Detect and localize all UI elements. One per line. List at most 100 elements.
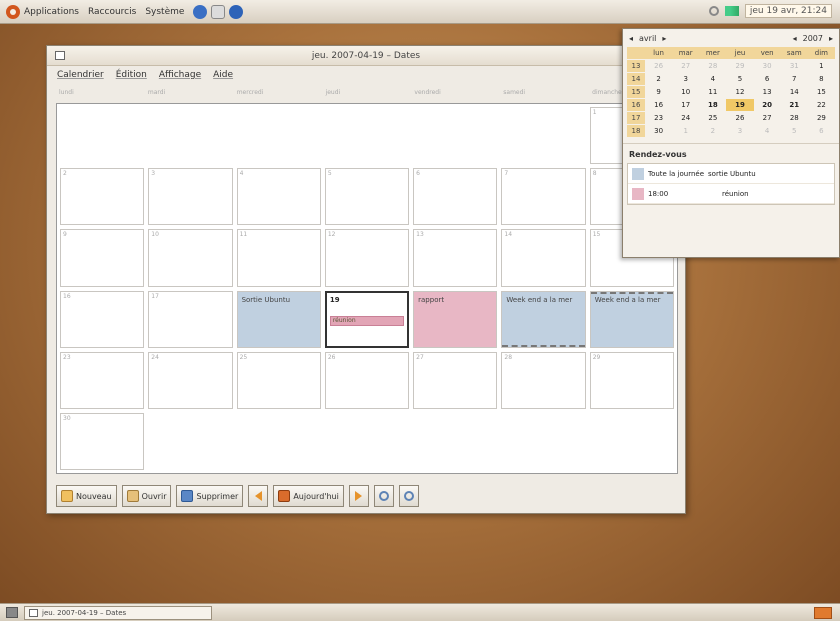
mini-day[interactable]: 6 bbox=[754, 73, 781, 85]
mini-day[interactable]: 8 bbox=[808, 73, 835, 85]
calendar-day[interactable]: 3 bbox=[148, 168, 233, 226]
mini-day[interactable]: 26 bbox=[645, 60, 672, 72]
calendar-day[interactable]: 17 bbox=[148, 290, 233, 348]
mini-day[interactable]: 3 bbox=[672, 73, 699, 85]
mini-day[interactable]: 22 bbox=[808, 99, 835, 111]
mini-day[interactable]: 9 bbox=[645, 86, 672, 98]
zoom-out-button[interactable] bbox=[373, 485, 394, 507]
event-bar[interactable]: réunion bbox=[329, 315, 405, 326]
mini-day[interactable]: 31 bbox=[781, 60, 808, 72]
mini-day[interactable]: 7 bbox=[781, 73, 808, 85]
mini-day[interactable]: 11 bbox=[699, 86, 726, 98]
calendar-day[interactable]: 27 bbox=[413, 351, 498, 409]
calendar-day[interactable]: 7 bbox=[501, 168, 586, 226]
mini-day[interactable]: 15 bbox=[808, 86, 835, 98]
mini-day[interactable]: 29 bbox=[726, 60, 753, 72]
mini-day[interactable]: 12 bbox=[726, 86, 753, 98]
calendar-day[interactable]: 12 bbox=[324, 229, 410, 287]
mini-day[interactable]: 17 bbox=[672, 99, 699, 111]
calendar-day[interactable]: 26 bbox=[324, 351, 410, 409]
previous-button[interactable] bbox=[248, 485, 269, 507]
window-menu-icon[interactable] bbox=[55, 51, 65, 60]
mini-day[interactable]: 24 bbox=[672, 112, 699, 124]
mini-day[interactable]: 25 bbox=[699, 112, 726, 124]
event-label[interactable]: Week end a la mer bbox=[595, 296, 670, 304]
event-label[interactable]: Sortie Ubuntu bbox=[242, 296, 317, 304]
calendar-day[interactable]: 28 bbox=[501, 351, 586, 409]
calendar-day[interactable]: 30 bbox=[60, 412, 145, 470]
new-button[interactable]: Nouveau bbox=[56, 485, 117, 507]
mini-day[interactable]: 30 bbox=[645, 125, 672, 137]
window-titlebar[interactable]: jeu. 2007-04-19 – Dates bbox=[47, 46, 685, 66]
mini-day[interactable]: 3 bbox=[726, 125, 753, 137]
mini-day[interactable]: 14 bbox=[781, 86, 808, 98]
calendar-day-event[interactable]: Sortie Ubuntu bbox=[236, 290, 321, 348]
appointment-row[interactable]: Toute la journée sortie Ubuntu bbox=[628, 164, 834, 184]
mini-day-selected[interactable]: 19 bbox=[726, 99, 754, 111]
appointment-row[interactable]: 18:00 réunion bbox=[628, 184, 834, 204]
mini-day[interactable]: 16 bbox=[645, 99, 672, 111]
calendar-day-today[interactable]: 19 réunion bbox=[324, 290, 410, 348]
mini-day[interactable]: 28 bbox=[699, 60, 726, 72]
calendar-day[interactable]: 11 bbox=[236, 229, 321, 287]
menu-applications[interactable]: Applications bbox=[24, 7, 79, 17]
menu-calendrier[interactable]: Calendrier bbox=[57, 70, 104, 80]
mini-day[interactable]: 2 bbox=[699, 125, 726, 137]
zoom-in-button[interactable] bbox=[398, 485, 419, 507]
mini-day[interactable]: 5 bbox=[726, 73, 753, 85]
mini-day[interactable]: 4 bbox=[754, 125, 781, 137]
mini-day[interactable]: 23 bbox=[645, 112, 672, 124]
search-icon[interactable] bbox=[708, 6, 719, 16]
menu-edition[interactable]: Édition bbox=[116, 70, 147, 80]
calendar-day[interactable]: 23 bbox=[60, 351, 145, 409]
menu-affichage[interactable]: Affichage bbox=[159, 70, 201, 80]
network-icon[interactable] bbox=[724, 6, 739, 16]
calendar-day[interactable]: 25 bbox=[236, 351, 321, 409]
trash-icon[interactable] bbox=[814, 607, 832, 619]
mini-day[interactable]: 27 bbox=[754, 112, 781, 124]
next-month-icon[interactable]: ▸ bbox=[662, 34, 666, 43]
open-button[interactable]: Ouvrir bbox=[121, 485, 172, 507]
event-label[interactable]: Week end a la mer bbox=[506, 296, 581, 304]
next-button[interactable] bbox=[348, 485, 369, 507]
mini-day[interactable]: 29 bbox=[808, 112, 835, 124]
calendar-day[interactable]: 4 bbox=[236, 168, 321, 226]
menu-raccourcis[interactable]: Raccourcis bbox=[88, 7, 136, 17]
mini-day[interactable]: 10 bbox=[672, 86, 699, 98]
mini-day[interactable]: 26 bbox=[726, 112, 753, 124]
mini-day[interactable]: 2 bbox=[645, 73, 672, 85]
mini-day[interactable]: 5 bbox=[781, 125, 808, 137]
mini-day[interactable]: 6 bbox=[808, 125, 835, 137]
calendar-day-event[interactable]: Week end a la mer bbox=[589, 290, 674, 348]
calendar-day[interactable]: 14 bbox=[501, 229, 586, 287]
calendar-day[interactable]: 16 bbox=[60, 290, 145, 348]
calendar-day[interactable]: 29 bbox=[589, 351, 674, 409]
help-icon[interactable] bbox=[229, 4, 244, 19]
firefox-icon[interactable] bbox=[193, 4, 208, 19]
mini-day[interactable]: 28 bbox=[781, 112, 808, 124]
mini-day[interactable]: 4 bbox=[699, 73, 726, 85]
delete-button[interactable]: Supprimer bbox=[176, 485, 244, 507]
show-desktop-icon[interactable] bbox=[6, 607, 18, 618]
prev-month-icon[interactable]: ◂ bbox=[629, 34, 633, 43]
mini-day[interactable]: 1 bbox=[672, 125, 699, 137]
calendar-day-event[interactable]: rapport bbox=[413, 290, 498, 348]
mini-day[interactable]: 27 bbox=[672, 60, 699, 72]
next-year-icon[interactable]: ▸ bbox=[829, 34, 833, 43]
mini-day[interactable]: 30 bbox=[754, 60, 781, 72]
mini-day[interactable]: 21 bbox=[781, 99, 808, 111]
menu-aide[interactable]: Aide bbox=[213, 70, 233, 80]
mini-day[interactable]: 1 bbox=[808, 60, 835, 72]
calendar-day[interactable]: 6 bbox=[413, 168, 498, 226]
today-button[interactable]: Aujourd'hui bbox=[273, 485, 344, 507]
mini-day[interactable]: 20 bbox=[754, 99, 781, 111]
mini-day[interactable]: 13 bbox=[754, 86, 781, 98]
calendar-day[interactable]: 2 bbox=[60, 168, 145, 226]
prev-year-icon[interactable]: ◂ bbox=[793, 34, 797, 43]
calendar-day[interactable]: 24 bbox=[148, 351, 233, 409]
calendar-day[interactable]: 5 bbox=[324, 168, 410, 226]
panel-clock[interactable]: jeu 19 avr, 21:24 bbox=[744, 4, 832, 18]
menu-systeme[interactable]: Système bbox=[145, 7, 184, 17]
ubuntu-logo-icon[interactable] bbox=[6, 4, 20, 19]
mail-icon[interactable] bbox=[211, 4, 226, 19]
